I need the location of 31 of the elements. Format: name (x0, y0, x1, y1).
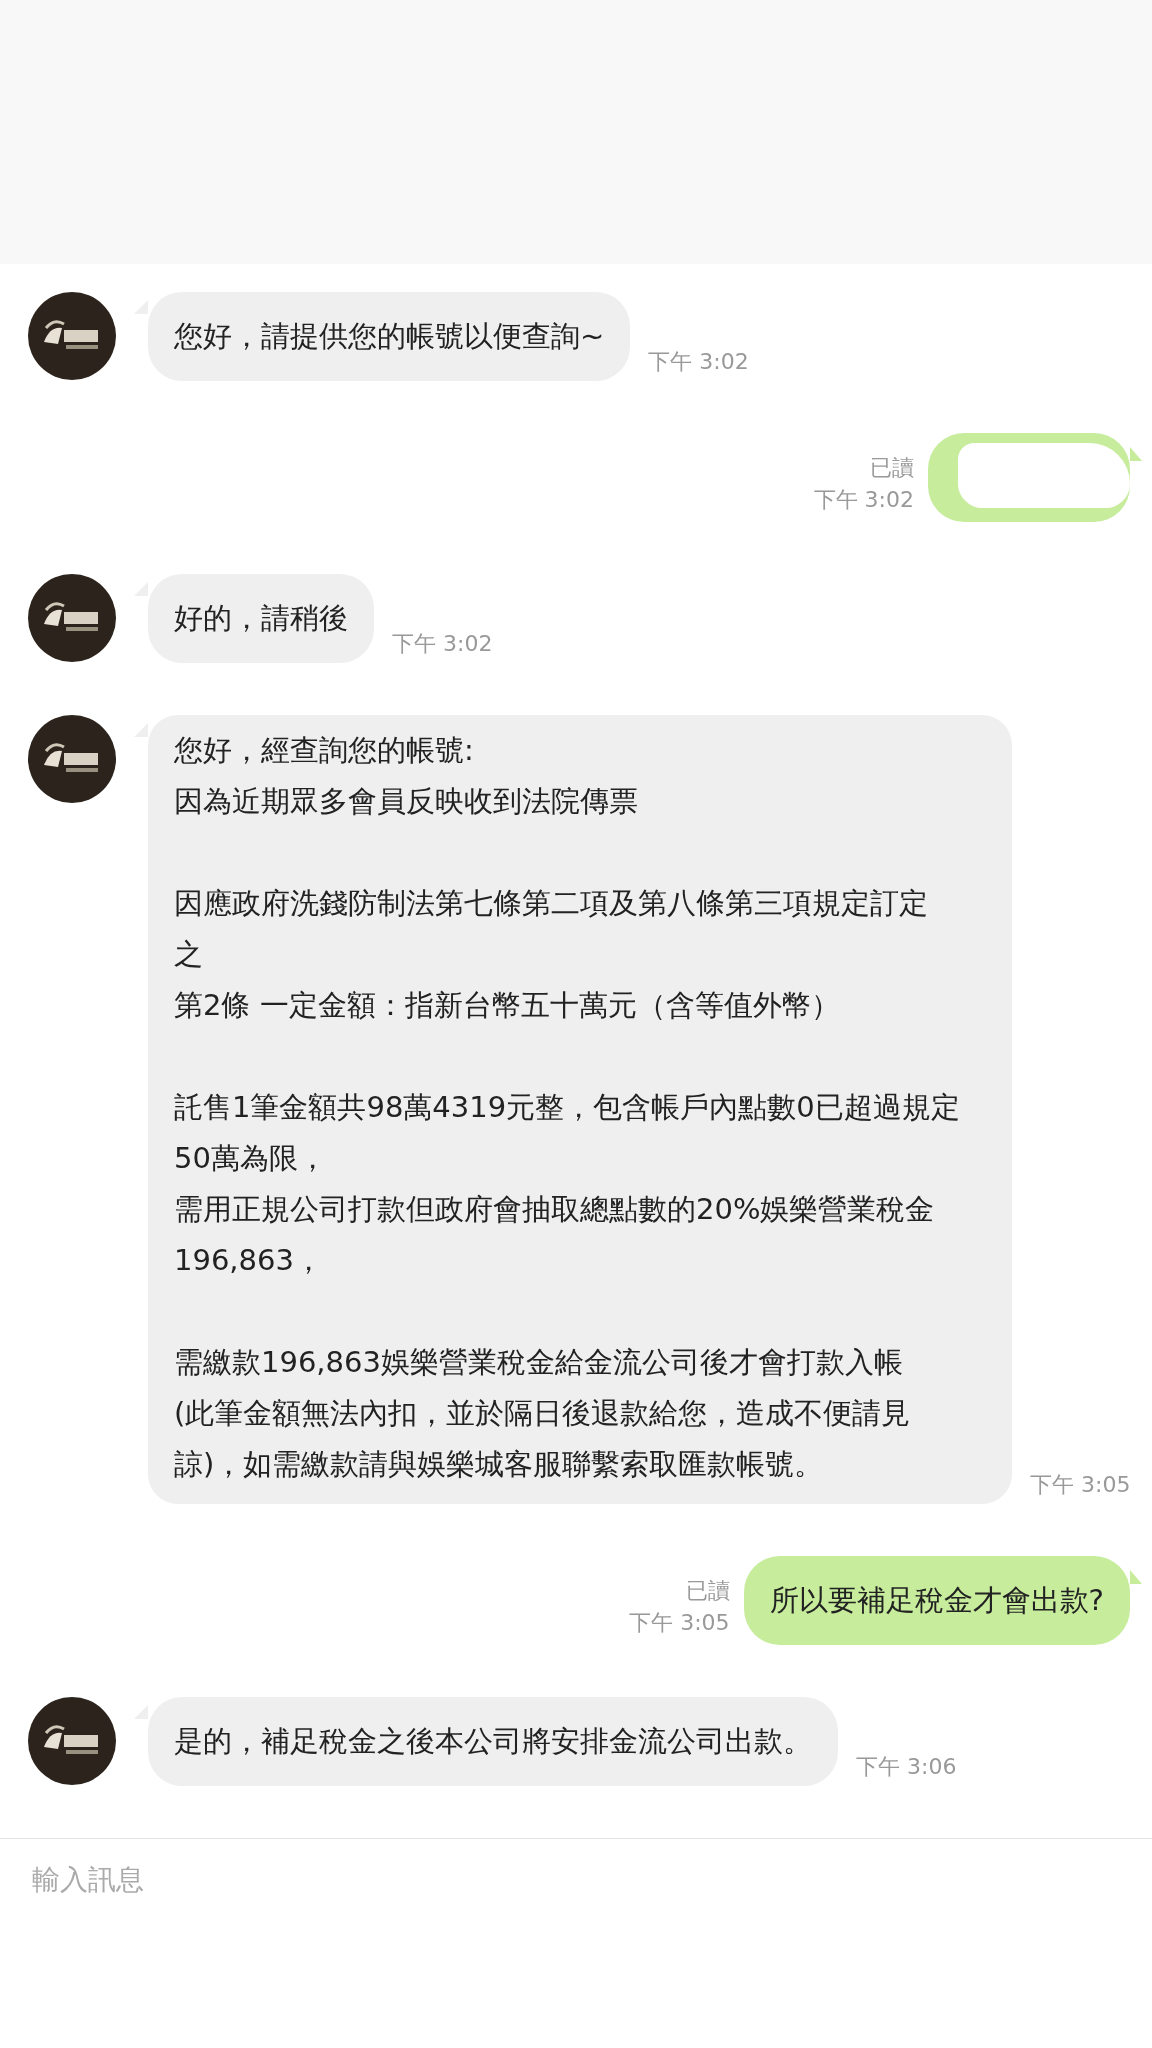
message-time: 下午 3:05 (1030, 1471, 1131, 1499)
message-bubble: 您好，請提供您的帳號以便查詢~ (148, 292, 631, 381)
avatar-icon (28, 715, 116, 803)
message-line: 因為近期眾多會員反映收到法院傳票 (174, 783, 639, 820)
avatar-icon (28, 1697, 116, 1785)
message-line: 諒)，如需繳款請與娛樂城客服聯繫索取匯款帳號。 (174, 1446, 825, 1483)
message-time: 下午 3:06 (856, 1753, 957, 1781)
message-line: 因應政府洗錢防制法第七條第二項及第八條第三項規定訂定 (174, 885, 929, 922)
message-bubble: 所以要補足稅金才會出款? (743, 1556, 1130, 1645)
message-line: 您好，經查詢您的帳號: (174, 732, 475, 769)
bubble-tail (1130, 447, 1142, 461)
message-time: 下午 3:02 (648, 348, 749, 376)
bubble-tail (1130, 1570, 1142, 1584)
message-line: 50萬為限， (174, 1140, 328, 1177)
message-line: (此筆金額無法內扣，並於隔日後退款給您，造成不便請見 (174, 1395, 912, 1432)
message-time: 下午 3:05 (629, 1609, 730, 1637)
avatar-icon (28, 292, 116, 380)
message-line: 196,863， (174, 1242, 324, 1279)
message-line: 之 (174, 936, 204, 973)
avatar-icon (28, 574, 116, 662)
message-line: 需繳款196,863娛樂營業稅金給金流公司後才會打款入帳 (174, 1344, 904, 1381)
message-bubble: 是的，補足稅金之後本公司將安排金流公司出款。 (148, 1697, 838, 1786)
message-time: 下午 3:02 (392, 630, 493, 658)
read-receipt: 已讀 (685, 1577, 730, 1605)
message-line: 需用正規公司打款但政府會抽取總點數的20%娛樂營業稅金 (174, 1191, 936, 1228)
read-receipt: 已讀 (870, 454, 914, 482)
message-line: 託售1筆金額共98萬4319元整，包含帳戶內點數0已超過規定 (174, 1089, 961, 1126)
message-bubble: 好的，請稍後 (148, 574, 374, 663)
message-input[interactable]: 輸入訊息 (30, 1855, 1126, 1904)
message-time: 下午 3:02 (813, 486, 914, 514)
message-line: 第2條 一定金額：指新台幣五十萬元（含等值外幣） (174, 987, 841, 1024)
